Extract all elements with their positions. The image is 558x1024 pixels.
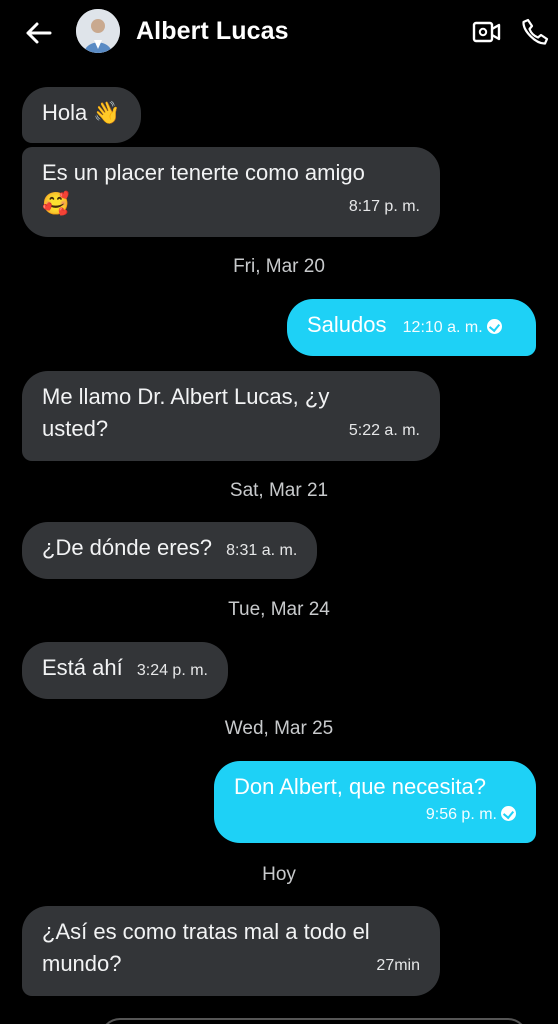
message-bubble[interactable]: Hola 👋 [22,87,141,143]
message-time: 3:24 p. m. [136,662,208,679]
read-check-icon [486,319,502,334]
voice-call-button[interactable] [520,17,550,47]
phone-icon [522,18,549,45]
message-text: ¿De dónde eres? [42,535,212,560]
date-separator: Tue, Mar 24 [228,599,330,620]
date-separator: Hoy [262,864,296,885]
message-time-text: 9:56 p. m. [425,806,497,823]
message-text: Saludos [307,312,387,337]
message-text-cont: mundo? [42,951,122,976]
message-time: 5:22 a. m. [348,422,420,439]
message-bubble[interactable]: Es un placer tenerte como amigo 🥰 8:17 p… [22,147,440,237]
message-time: 8:17 p. m. [348,198,420,215]
video-camera-icon [472,21,501,43]
date-separator: Fri, Mar 20 [233,256,325,277]
video-call-button[interactable] [472,17,502,47]
profile-photo [76,9,120,53]
read-check-icon [501,806,516,821]
message-bubble[interactable]: ¿Así es como tratas mal a todo el mundo?… [22,906,440,996]
message-text: Me llamo Dr. Albert Lucas, ¿y [42,384,330,409]
message-bubble[interactable]: Me llamo Dr. Albert Lucas, ¿y usted? 5:2… [22,371,440,461]
chat-header: Albert Lucas [0,0,558,66]
back-button[interactable] [22,18,54,48]
message-text: Hola 👋 [42,100,121,125]
contact-name[interactable]: Albert Lucas [136,17,289,46]
message-text: Es un placer tenerte como amigo [42,160,365,185]
message-text: Está ahí [42,655,123,680]
message-time: 27min [376,957,420,974]
message-text: ¿Así es como tratas mal a todo el [42,919,370,944]
message-bubble[interactable]: Don Albert, que necesita? 9:56 p. m. [214,761,536,843]
message-time-text: 12:10 a. m. [402,319,483,336]
avatar[interactable] [76,9,120,53]
arrow-left-icon [26,22,52,44]
message-bubble[interactable]: ¿De dónde eres? 8:31 a. m. [22,522,318,579]
message-time: 12:10 a. m. [403,319,502,336]
date-separator: Wed, Mar 25 [224,718,334,739]
message-bubble[interactable]: Está ahí 3:24 p. m. [22,642,228,699]
message-time: 9:56 p. m. [426,799,516,831]
date-separator: Sat, Mar 21 [229,480,329,501]
message-bubble[interactable]: Saludos 12:10 a. m. [287,299,536,356]
message-input-bar[interactable] [100,1018,528,1024]
message-time: 8:31 a. m. [226,542,298,559]
